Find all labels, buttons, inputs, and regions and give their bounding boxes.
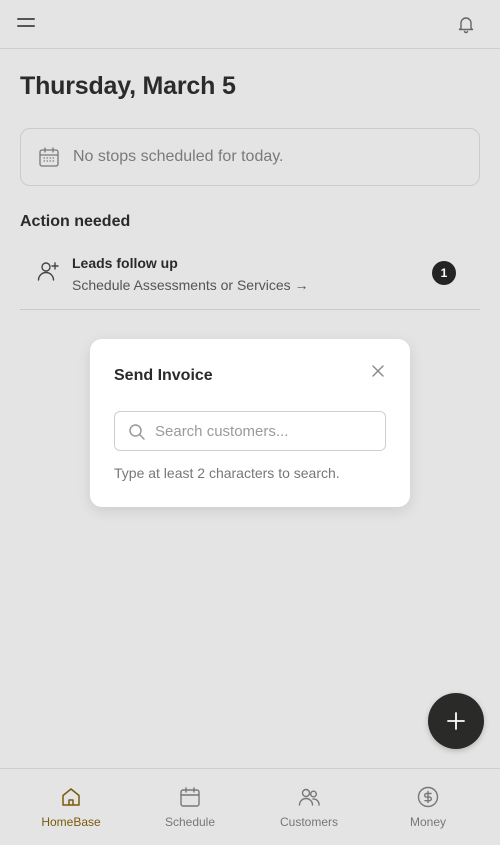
- top-bar: [0, 0, 500, 49]
- leads-follow-up-title: Leads follow up: [72, 255, 178, 271]
- bell-icon[interactable]: [456, 14, 476, 34]
- nav-item-money[interactable]: Money: [368, 769, 488, 845]
- leads-follow-up-item[interactable]: Leads follow up Schedule Assessments or …: [20, 246, 480, 310]
- calendar-icon: [180, 787, 200, 807]
- user-plus-icon: [37, 262, 59, 281]
- nav-label-money: Money: [409, 815, 447, 829]
- no-stops-text: No stops scheduled for today.: [73, 148, 284, 165]
- hamburger-menu-icon[interactable]: [17, 17, 35, 29]
- nav-label-homebase: HomeBase: [41, 815, 101, 829]
- close-icon[interactable]: [371, 364, 385, 378]
- nav-item-customers[interactable]: Customers: [249, 769, 369, 845]
- customer-search-input[interactable]: [155, 412, 380, 450]
- bottom-nav: HomeBase Schedule Customers Money: [0, 768, 500, 845]
- nav-label-schedule: Schedule: [164, 815, 216, 829]
- modal-title: Send Invoice: [114, 367, 213, 384]
- send-invoice-modal: Send Invoice Type at least 2 characters …: [90, 339, 410, 507]
- home-icon: [62, 788, 80, 806]
- action-needed-heading: Action needed: [20, 213, 131, 230]
- calendar-icon: [39, 147, 59, 167]
- dollar-circle-icon: [417, 786, 439, 808]
- search-icon: [129, 424, 145, 440]
- search-hint: Type at least 2 characters to search.: [114, 465, 340, 481]
- plus-icon: [447, 712, 465, 730]
- page-title: Thursday, March 5: [20, 72, 236, 100]
- nav-item-schedule[interactable]: Schedule: [130, 769, 250, 845]
- customer-search-box: [114, 411, 386, 451]
- add-button[interactable]: [428, 693, 484, 749]
- nav-item-homebase[interactable]: HomeBase: [11, 769, 131, 845]
- users-icon: [298, 788, 320, 806]
- no-stops-card: No stops scheduled for today.: [20, 128, 480, 186]
- leads-follow-up-link[interactable]: Schedule Assessments or Services →: [72, 277, 309, 293]
- nav-label-customers: Customers: [279, 815, 338, 829]
- count-badge: 1: [432, 261, 456, 285]
